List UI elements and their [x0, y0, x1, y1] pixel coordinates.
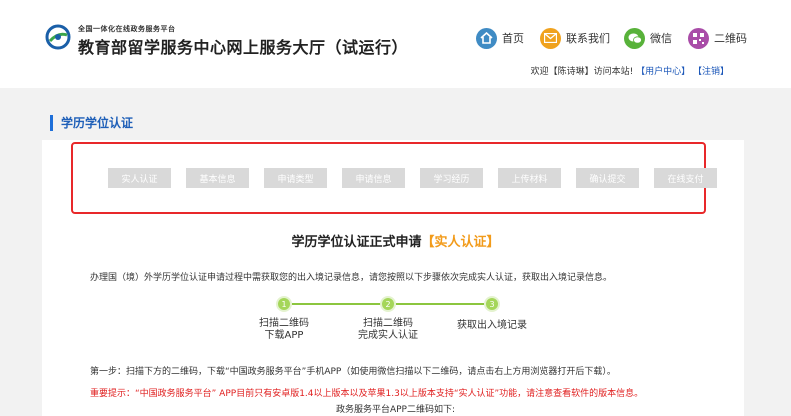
nav-home-label: 首页	[502, 32, 524, 45]
nav-qrcode-label: 二维码	[714, 32, 747, 45]
platform-name: 全国一体化在线政务服务平台	[78, 25, 176, 33]
user-bar: 欢迎【陈诗琳】访问本站! 【用户中心】 【注销】	[531, 64, 729, 77]
wechat-icon	[624, 27, 645, 49]
progress-step-label-line: 扫描二维码	[363, 318, 413, 329]
welcome-text: 欢迎【陈诗琳】访问本站!	[530, 67, 634, 77]
step-application-type[interactable]: 申请类型	[264, 168, 327, 188]
step-application-info[interactable]: 申请信息	[342, 168, 405, 188]
qrcode-icon	[688, 27, 709, 49]
home-icon	[476, 27, 497, 49]
mail-icon	[540, 27, 561, 49]
step-one-instruction: 第一步：扫描下方的二维码，下载“中国政务服务平台”手机APP（如使用微信扫描以下…	[90, 367, 616, 377]
nav-wechat-label: 微信	[650, 32, 672, 45]
progress-step-number: 2	[380, 296, 396, 312]
nav-qrcode[interactable]: 二维码	[688, 27, 747, 49]
platform-logo-icon	[45, 24, 71, 50]
qr-caption: 政务服务平台APP二维码如下:	[335, 405, 456, 415]
progress-step-label: 获取出入境记录	[452, 320, 532, 332]
step-upload-materials[interactable]: 上传材料	[498, 168, 561, 188]
step-basic-info[interactable]: 基本信息	[186, 168, 249, 188]
step-study-history[interactable]: 学习经历	[420, 168, 483, 188]
logout-link[interactable]: 【注销】	[693, 67, 729, 77]
intro-text: 办理国（境）外学历学位认证申请过程中需获取您的出入境记录信息，请您按照以下步骤依…	[90, 273, 613, 283]
progress-step-label-line: 下载APP	[264, 330, 304, 341]
progress-step-label: 扫描二维码 下载APP	[254, 318, 314, 342]
progress-step-label: 扫描二维码 完成实人认证	[354, 318, 422, 342]
progress-step-number: 1	[276, 296, 292, 312]
application-steps: 实人认证 基本信息 申请类型 申请信息 学习经历 上传材料 确认提交 在线支付	[108, 168, 717, 188]
important-notice: 重要提示：“中国政务服务平台” APP目前只有安卓版1.4以上版本以及苹果1.3…	[90, 389, 644, 399]
progress-step-label-line: 扫描二维码	[259, 318, 309, 329]
progress-step-number: 3	[484, 296, 500, 312]
step-online-payment[interactable]: 在线支付	[654, 168, 717, 188]
nav-contact-label: 联系我们	[566, 32, 610, 45]
progress-step-label-line: 完成实人认证	[358, 330, 418, 341]
application-title: 学历学位认证正式申请【实人认证】	[0, 231, 791, 250]
nav-home[interactable]: 首页	[476, 27, 524, 49]
nav-wechat[interactable]: 微信	[624, 27, 672, 49]
progress-step-label-line: 获取出入境记录	[457, 320, 527, 331]
application-title-highlight: 【实人认证】	[421, 235, 500, 250]
user-center-link[interactable]: 【用户中心】	[636, 67, 690, 77]
site-header: 全国一体化在线政务服务平台 教育部留学服务中心网上服务大厅（试运行） 首页 联系…	[0, 0, 791, 88]
section-title: 学历学位认证	[50, 115, 133, 131]
step-confirm-submit[interactable]: 确认提交	[576, 168, 639, 188]
site-title: 教育部留学服务中心网上服务大厅（试运行）	[78, 38, 409, 57]
nav-contact[interactable]: 联系我们	[540, 27, 610, 49]
progress-connector	[396, 303, 484, 305]
progress-connector	[292, 303, 384, 305]
application-title-text: 学历学位认证正式申请	[291, 235, 422, 250]
step-real-name-auth[interactable]: 实人认证	[108, 168, 171, 188]
